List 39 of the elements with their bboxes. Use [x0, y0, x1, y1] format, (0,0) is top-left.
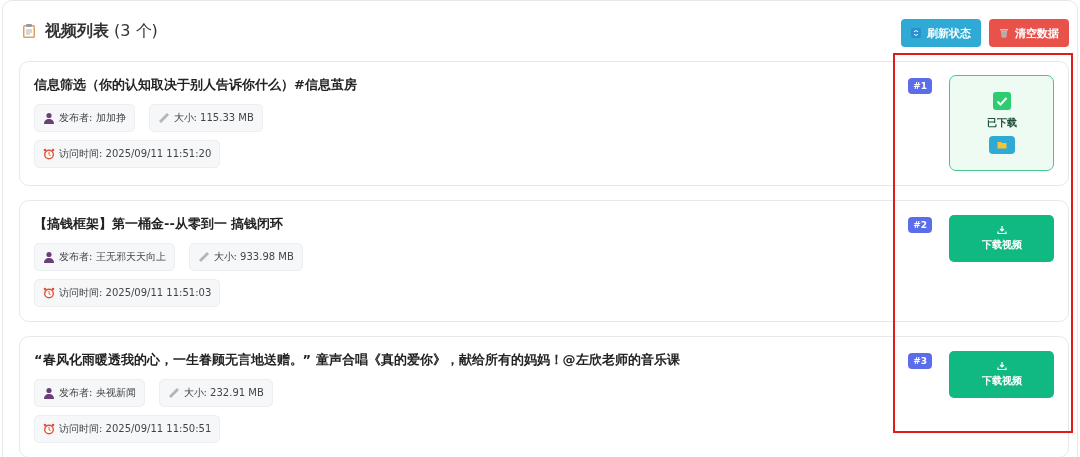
download-button[interactable]: 下载视频: [949, 215, 1054, 262]
size-chip: 大小: 115.33 MB: [148, 104, 263, 132]
size-chip: 大小: 933.98 MB: [188, 243, 303, 271]
refresh-button[interactable]: 刷新状态: [901, 19, 981, 47]
status-label: 已下载: [986, 116, 1017, 130]
visit-time-chip: 访问时间: 2025/09/11 11:51:03: [34, 279, 221, 307]
trash-icon: [999, 28, 1009, 38]
ruler-icon: [197, 251, 210, 263]
clipboard-icon: [21, 23, 37, 39]
clear-button[interactable]: 清空数据: [989, 19, 1069, 47]
alarm-clock-icon: [43, 287, 55, 299]
ruler-icon: [167, 387, 180, 399]
alarm-clock-icon: [43, 423, 55, 435]
open-folder-button[interactable]: [988, 136, 1015, 154]
video-count: (3 个): [114, 20, 158, 42]
download-icon: [996, 225, 1007, 235]
person-icon: [43, 112, 55, 124]
index-badge: #2: [908, 217, 932, 233]
download-icon: [996, 361, 1007, 371]
ruler-icon: [157, 112, 170, 124]
folder-icon: [996, 140, 1007, 150]
person-icon: [43, 251, 55, 263]
size-chip: 大小: 232.91 MB: [158, 379, 273, 407]
video-title: 信息筛选（你的认知取决于别人告诉你什么）#信息茧房: [34, 76, 357, 94]
list-title: 视频列表: [45, 20, 109, 42]
download-button[interactable]: 下载视频: [949, 351, 1054, 398]
video-title: 【搞钱框架】第一桶金--从零到一 搞钱闭环: [34, 215, 285, 233]
alarm-clock-icon: [43, 148, 55, 160]
index-badge: #1: [908, 78, 932, 94]
publisher-chip: 发布者: 央视新闻: [34, 379, 145, 407]
refresh-icon: [911, 28, 921, 38]
publisher-chip: 发布者: 加加挣: [34, 104, 135, 132]
publisher-chip: 发布者: 王无邪天天向上: [34, 243, 175, 271]
checkbox-icon: [992, 92, 1011, 110]
person-icon: [43, 387, 55, 399]
visit-time-chip: 访问时间: 2025/09/11 11:51:20: [34, 140, 221, 168]
video-title: “春风化雨暖透我的心，一生眷顾无言地送赠。” 童声合唱《真的爱你》，献给所有的妈妈！@左欣老师的音乐课: [34, 351, 680, 369]
index-badge: #3: [908, 353, 932, 369]
visit-time-chip: 访问时间: 2025/09/11 11:50:51: [34, 415, 221, 443]
